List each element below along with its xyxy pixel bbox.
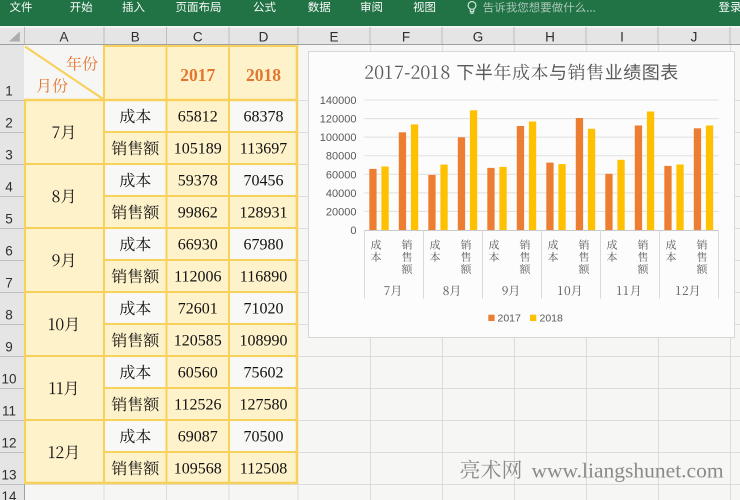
- svg-text:D: D: [259, 30, 269, 45]
- svg-text:0: 0: [350, 225, 356, 237]
- svg-text:99862: 99862: [178, 205, 218, 222]
- svg-text:2018: 2018: [246, 65, 281, 85]
- svg-text:120585: 120585: [174, 333, 222, 350]
- svg-text:9: 9: [5, 340, 13, 355]
- svg-text:8: 8: [5, 308, 13, 323]
- svg-text:128931: 128931: [240, 205, 288, 222]
- svg-text:71020: 71020: [244, 301, 284, 318]
- svg-text:112526: 112526: [174, 397, 221, 414]
- svg-text:65812: 65812: [178, 109, 218, 126]
- svg-text:70500: 70500: [244, 429, 284, 446]
- svg-text:75602: 75602: [244, 365, 284, 382]
- svg-text:20000: 20000: [326, 206, 357, 218]
- svg-text:A: A: [59, 30, 68, 45]
- svg-text:E: E: [329, 30, 338, 45]
- svg-text:112006: 112006: [174, 269, 221, 286]
- svg-text:70456: 70456: [244, 173, 284, 190]
- svg-text:13: 13: [1, 468, 16, 483]
- svg-text:B: B: [131, 30, 140, 45]
- svg-text:10: 10: [1, 372, 16, 387]
- svg-text:2018: 2018: [540, 313, 564, 325]
- svg-text:60560: 60560: [178, 365, 218, 382]
- svg-text:4: 4: [5, 180, 13, 195]
- svg-text:80000: 80000: [326, 151, 357, 163]
- svg-text:2: 2: [5, 116, 13, 131]
- svg-text:116890: 116890: [240, 269, 287, 286]
- svg-text:112508: 112508: [240, 461, 287, 478]
- svg-text:40000: 40000: [326, 188, 357, 200]
- svg-text:I: I: [620, 30, 624, 45]
- svg-text:6: 6: [5, 244, 13, 259]
- svg-text:14: 14: [1, 489, 17, 500]
- svg-text:140000: 140000: [320, 95, 357, 107]
- svg-text:59378: 59378: [178, 173, 218, 190]
- svg-text:3: 3: [5, 148, 13, 163]
- svg-text:120000: 120000: [320, 114, 357, 126]
- svg-text:F: F: [402, 30, 410, 45]
- svg-text:60000: 60000: [326, 169, 357, 181]
- svg-text:113697: 113697: [240, 141, 287, 158]
- svg-text:105189: 105189: [174, 141, 222, 158]
- svg-text:109568: 109568: [174, 461, 222, 478]
- svg-text:12: 12: [1, 436, 16, 451]
- svg-text:J: J: [691, 30, 698, 45]
- svg-text:2017: 2017: [498, 313, 522, 325]
- svg-text:69087: 69087: [178, 429, 218, 446]
- svg-text:1: 1: [5, 84, 13, 99]
- svg-text:C: C: [193, 30, 203, 45]
- svg-text:127580: 127580: [240, 397, 288, 414]
- svg-text:67980: 67980: [244, 237, 284, 254]
- svg-text:66930: 66930: [178, 237, 218, 254]
- svg-text:68378: 68378: [244, 109, 284, 126]
- svg-text:2017: 2017: [180, 65, 215, 85]
- svg-text:100000: 100000: [320, 132, 357, 144]
- svg-text:108990: 108990: [240, 333, 288, 350]
- svg-text:11: 11: [2, 404, 16, 419]
- svg-text:7: 7: [5, 276, 13, 291]
- svg-text:72601: 72601: [178, 301, 218, 318]
- svg-text:H: H: [545, 30, 555, 45]
- svg-text:5: 5: [5, 212, 13, 227]
- svg-text:www.liangshunet.com: www.liangshunet.com: [532, 458, 724, 482]
- svg-text:G: G: [473, 30, 484, 45]
